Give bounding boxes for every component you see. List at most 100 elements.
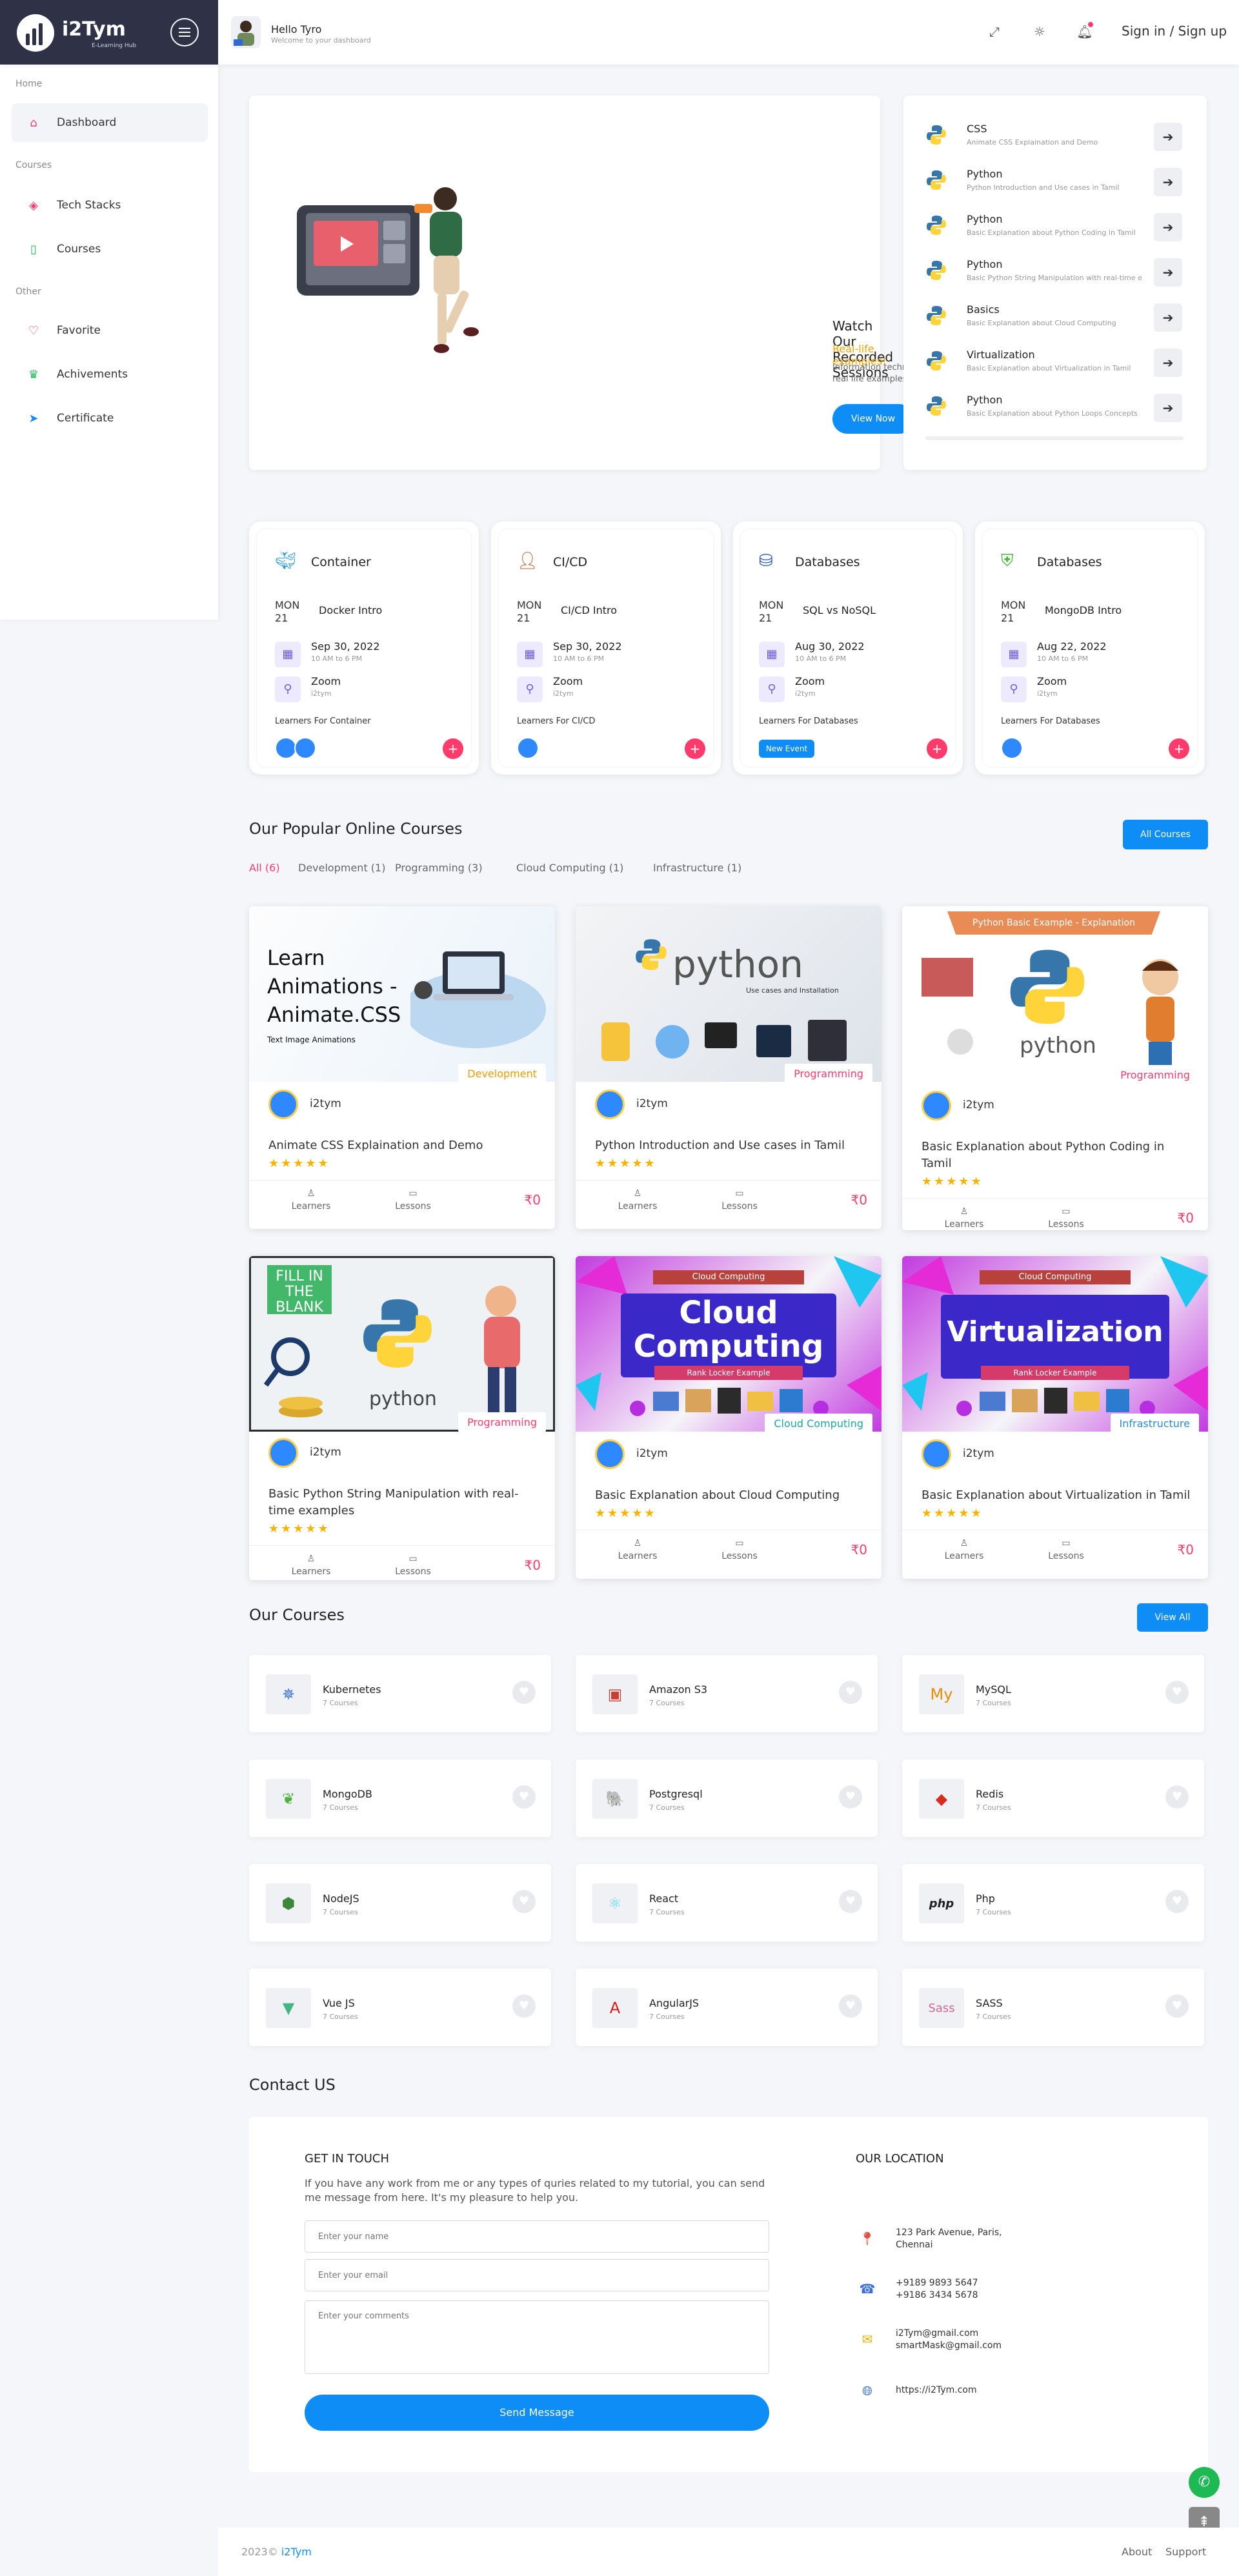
arrow-right-icon[interactable]: ➔ bbox=[1154, 258, 1182, 287]
favorite-heart-icon[interactable]: ♥ bbox=[1165, 1681, 1189, 1704]
lessons-stat[interactable]: ▭ Lessons bbox=[701, 1537, 778, 1563]
menu-toggle-button[interactable] bbox=[170, 18, 199, 46]
favorite-heart-icon[interactable]: ♥ bbox=[839, 1785, 862, 1809]
author-avatar[interactable] bbox=[922, 1439, 951, 1469]
favorite-heart-icon[interactable]: ♥ bbox=[839, 1681, 862, 1704]
website-link[interactable]: https://i2Tym.com bbox=[896, 2384, 977, 2397]
new-event-badge[interactable]: New Event bbox=[759, 740, 814, 758]
learner-avatar[interactable] bbox=[275, 737, 297, 759]
tech-course-card[interactable]: ◆ Redis 7 Courses ♥ bbox=[902, 1760, 1204, 1837]
favorite-heart-icon[interactable]: ♥ bbox=[512, 1681, 536, 1704]
tech-course-card[interactable]: ⬢ NodeJS 7 Courses ♥ bbox=[249, 1864, 551, 1942]
learner-avatar[interactable] bbox=[1001, 737, 1023, 759]
recent-session-item[interactable]: Virtualization Basic Explanation about Vi… bbox=[925, 343, 1184, 382]
sidebar-item-courses[interactable]: ▯ Courses bbox=[12, 230, 208, 269]
tech-course-card[interactable]: Sass SASS 7 Courses ♥ bbox=[902, 1969, 1204, 2046]
course-card[interactable]: Cloud Computing Cloud Computing Rank Locker… bbox=[576, 1256, 881, 1579]
course-card[interactable]: Learn Animations - Animate.CSS Text Image A… bbox=[249, 906, 555, 1229]
favorite-heart-icon[interactable]: ♥ bbox=[839, 1890, 862, 1913]
arrow-right-icon[interactable]: ➔ bbox=[1154, 394, 1182, 422]
tech-course-card[interactable]: ▣ Amazon S3 7 Courses ♥ bbox=[576, 1655, 878, 1732]
filter-tab[interactable]: All (6) bbox=[249, 862, 280, 874]
signin-signup-link[interactable]: Sign in / Sign up bbox=[1122, 23, 1227, 39]
sidebar-item-favorite[interactable]: ♡ Favorite bbox=[12, 311, 208, 350]
course-thumbnail[interactable]: Cloud Computing Cloud Computing Rank Locker… bbox=[576, 1256, 881, 1432]
all-courses-button[interactable]: All Courses bbox=[1123, 820, 1208, 849]
view-now-button[interactable]: View Now bbox=[832, 404, 914, 434]
copyright-brand-link[interactable]: i2Tym bbox=[281, 2546, 312, 2558]
view-all-button[interactable]: View All bbox=[1137, 1603, 1208, 1632]
recent-session-item[interactable]: Python Python Introduction and Use cases … bbox=[925, 163, 1184, 201]
logo-icon[interactable] bbox=[17, 14, 54, 52]
tech-course-card[interactable]: ❦ MongoDB 7 Courses ♥ bbox=[249, 1760, 551, 1837]
sidebar-item-tech-stacks[interactable]: ◈ Tech Stacks bbox=[12, 186, 208, 225]
recent-session-item[interactable]: Python Basic Explanation about Python Loo… bbox=[925, 389, 1184, 427]
course-thumbnail[interactable]: Learn Animations - Animate.CSS Text Image A… bbox=[249, 906, 555, 1082]
arrow-right-icon[interactable]: ➔ bbox=[1154, 168, 1182, 196]
add-event-button[interactable]: + bbox=[685, 738, 705, 759]
tech-course-card[interactable]: php Php 7 Courses ♥ bbox=[902, 1864, 1204, 1942]
filter-tab[interactable]: Infrastructure (1) bbox=[653, 862, 741, 874]
tech-course-card[interactable]: 🐘 Postgresql 7 Courses ♥ bbox=[576, 1760, 878, 1837]
support-link[interactable]: Support bbox=[1165, 2546, 1206, 2558]
filter-tab[interactable]: Development (1) bbox=[298, 862, 385, 874]
tech-course-card[interactable]: A AngularJS 7 Courses ♥ bbox=[576, 1969, 878, 2046]
course-title[interactable]: Animate CSS Explaination and Demo bbox=[268, 1137, 539, 1154]
lessons-stat[interactable]: ▭ Lessons bbox=[701, 1187, 778, 1213]
course-title[interactable]: Basic Explanation about Cloud Computing bbox=[595, 1487, 866, 1504]
course-thumbnail[interactable]: Python Basic Example - Explanation python bbox=[902, 906, 1208, 1082]
favorite-heart-icon[interactable]: ♥ bbox=[839, 1994, 862, 2018]
favorite-heart-icon[interactable]: ♥ bbox=[1165, 1785, 1189, 1809]
course-title[interactable]: Basic Explanation about Virtualization i… bbox=[922, 1487, 1193, 1504]
favorite-heart-icon[interactable]: ♥ bbox=[1165, 1994, 1189, 2018]
sidebar-item-dashboard[interactable]: ⌂ Dashboard bbox=[12, 103, 208, 142]
course-thumbnail[interactable]: Cloud Computing Virtualization Rank Locker… bbox=[902, 1256, 1208, 1432]
course-thumbnail[interactable]: python Use cases and Installation bbox=[576, 906, 881, 1082]
notification-bell-icon[interactable]: 🔔︎ bbox=[1075, 22, 1094, 41]
event-card[interactable]: 👤︎ CI/CD MON 21 CI/CD Intro ▦ Sep 30, 2022 10 A… bbox=[491, 522, 721, 775]
add-event-button[interactable]: + bbox=[1169, 738, 1189, 759]
sidebar-item-achivements[interactable]: ♛ Achivements bbox=[12, 355, 208, 394]
favorite-heart-icon[interactable]: ♥ bbox=[512, 1994, 536, 2018]
filter-tab[interactable]: Cloud Computing (1) bbox=[516, 862, 623, 874]
lessons-stat[interactable]: ▭ Lessons bbox=[1027, 1205, 1105, 1230]
fullscreen-icon[interactable]: ⤢ bbox=[985, 22, 1004, 41]
learners-stat[interactable]: ♙ Learners bbox=[599, 1537, 676, 1563]
course-title[interactable]: Python Introduction and Use cases in Tam… bbox=[595, 1137, 866, 1154]
course-card[interactable]: FILL IN THE BLANK python Programming i2tym B… bbox=[249, 1256, 555, 1580]
author-avatar[interactable] bbox=[595, 1439, 625, 1469]
tech-course-card[interactable]: ⚛ React 7 Courses ♥ bbox=[576, 1864, 878, 1942]
send-message-button[interactable]: Send Message bbox=[305, 2395, 769, 2431]
lessons-stat[interactable]: ▭ Lessons bbox=[1027, 1537, 1105, 1563]
tech-course-card[interactable]: ▼ Vue JS 7 Courses ♥ bbox=[249, 1969, 551, 2046]
sidebar-item-certificate[interactable]: ➤ Certificate bbox=[12, 399, 208, 438]
course-title[interactable]: Basic Python String Manipulation with re… bbox=[268, 1486, 539, 1519]
course-title[interactable]: Basic Explanation about Python Coding in… bbox=[922, 1139, 1193, 1172]
recent-session-item[interactable]: CSS Animate CSS Explaination and Demo ➔ bbox=[925, 117, 1184, 156]
author-avatar[interactable] bbox=[595, 1090, 625, 1119]
arrow-right-icon[interactable]: ➔ bbox=[1154, 123, 1182, 151]
email-input[interactable] bbox=[305, 2259, 769, 2291]
recent-scrollbar[interactable] bbox=[925, 436, 1184, 440]
event-card[interactable]: 🐳︎ Container MON 21 Docker Intro ▦ Sep 30, 202… bbox=[249, 522, 479, 775]
chat-whatsapp-icon[interactable]: ✆ bbox=[1189, 2467, 1220, 2498]
course-thumbnail[interactable]: FILL IN THE BLANK python bbox=[249, 1256, 555, 1432]
filter-tab[interactable]: Programming (3) bbox=[395, 862, 483, 874]
arrow-right-icon[interactable]: ➔ bbox=[1154, 213, 1182, 241]
recent-session-item[interactable]: Basics Basic Explanation about Cloud Comp… bbox=[925, 298, 1184, 337]
learners-stat[interactable]: ♙ Learners bbox=[925, 1205, 1003, 1230]
recent-session-item[interactable]: Python Basic Explanation about Python Cod… bbox=[925, 208, 1184, 247]
name-input[interactable] bbox=[305, 2220, 769, 2253]
learner-avatar[interactable] bbox=[294, 737, 316, 759]
logo-text[interactable]: i2Tym bbox=[62, 18, 126, 41]
add-event-button[interactable]: + bbox=[443, 738, 463, 759]
learners-stat[interactable]: ♙ Learners bbox=[272, 1552, 350, 1578]
comments-input[interactable] bbox=[305, 2300, 769, 2374]
course-card[interactable]: python Use cases and Installation Programm… bbox=[576, 906, 881, 1229]
tech-course-card[interactable]: My MySQL 7 Courses ♥ bbox=[902, 1655, 1204, 1732]
author-avatar[interactable] bbox=[922, 1091, 951, 1121]
favorite-heart-icon[interactable]: ♥ bbox=[512, 1785, 536, 1809]
event-card[interactable]: ⛁ Databases MON 21 SQL vs NoSQL ▦ Aug 30, 2022… bbox=[733, 522, 963, 775]
learner-avatar[interactable] bbox=[517, 737, 539, 759]
course-card[interactable]: Python Basic Example - Explanation python… bbox=[902, 906, 1208, 1230]
